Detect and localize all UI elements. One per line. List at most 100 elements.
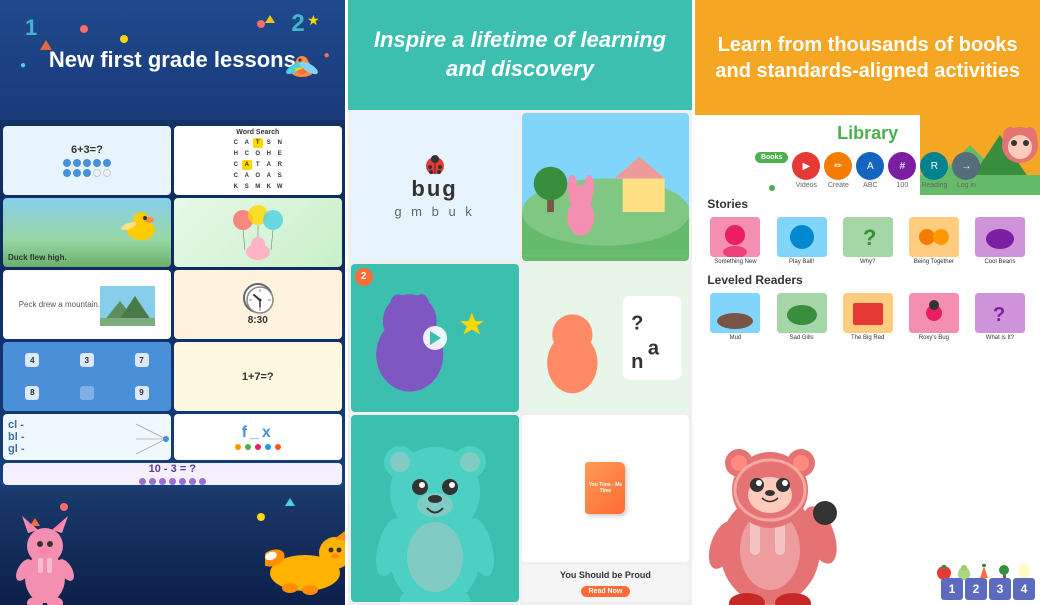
num-cell-4: 8 <box>25 386 39 400</box>
reading-tab-icon: R <box>920 152 948 180</box>
num-cell-1: 4 <box>25 353 39 367</box>
book-name-what-is-it: What is It? <box>986 335 1014 341</box>
duck-character <box>121 208 161 243</box>
stories-row: Something New Play Ball! ? Why? <box>705 217 1030 265</box>
reader-sad-gills[interactable]: Sad Gills <box>771 293 831 341</box>
panel-first-grade: 1 2 ★ ● ● <box>0 0 348 605</box>
math-equation: 6+3=? <box>71 144 103 156</box>
num-block-2: 2 <box>965 578 987 600</box>
books-active-tab[interactable]: Books <box>755 152 788 163</box>
tab-books[interactable]: Books <box>755 152 788 189</box>
tab-reading[interactable]: R Reading <box>920 152 948 189</box>
panel1-header: 1 2 ★ ● ● <box>0 0 345 120</box>
reader-big-red[interactable]: The Big Red <box>838 293 898 341</box>
reader-mud[interactable]: Mud <box>705 293 765 341</box>
library-title: Library <box>705 123 1030 144</box>
stories-section-title: Stories <box>705 197 1030 211</box>
subtraction-card: 10 - 3 = ? <box>3 463 342 485</box>
panel1-bottom: 3 <box>0 488 345 605</box>
pink-character <box>10 498 80 605</box>
panel2-title: Inspire a lifetime of learning and disco… <box>368 26 673 83</box>
login-tab-icon: → <box>952 152 980 180</box>
book-thumb-sad-gills <box>777 293 827 333</box>
fox-word: f_x <box>242 424 274 442</box>
bug-word: bug <box>411 176 457 202</box>
tab-create[interactable]: ✏ Create <box>824 152 852 189</box>
panel2-header: Inspire a lifetime of learning and disco… <box>348 0 693 110</box>
number-grid-card: 4 3 7 8 9 <box>3 342 171 411</box>
mountain-scene <box>100 286 155 326</box>
play-button[interactable] <box>423 326 447 350</box>
book-thumb-cool-beans <box>975 217 1025 257</box>
book-thumb-big-red <box>843 293 893 333</box>
yellow-character <box>265 508 345 605</box>
balloon-scene <box>223 200 293 265</box>
book-thumb-what-is-it: ? <box>975 293 1025 333</box>
book-name-play-ball: Play Ball! <box>789 259 814 265</box>
book-thumb-why: ? <box>843 217 893 257</box>
number-blocks: 1 2 3 4 <box>941 578 1035 600</box>
subtraction-equation: 10 - 3 = ? <box>149 463 196 475</box>
dot-grid <box>63 159 111 177</box>
quiz-scene: ? a n <box>522 264 690 412</box>
tab-login[interactable]: → Log in <box>952 152 980 189</box>
phonics-card: cl - bl - gl - <box>3 414 171 460</box>
word-search-title: Word Search <box>236 129 279 136</box>
story-being-together[interactable]: Being Together <box>904 217 964 265</box>
phonics-gl: gl - <box>8 443 25 455</box>
library-section: Library Books ▶ Videos ✏ Create <box>695 115 1040 353</box>
lesson-number-badge: 2 <box>355 268 373 286</box>
panel-library: Learn from thousands of books and standa… <box>695 0 1040 605</box>
panel3-content: Library Books ▶ Videos ✏ Create <box>695 115 1040 605</box>
clock-time-display: 8:30 <box>248 315 268 326</box>
bear-card <box>351 415 519 602</box>
video-tab-icon: ▶ <box>792 152 820 180</box>
panel2-grid: bug g m b u k <box>348 110 693 605</box>
mult-equation: 1+7=? <box>242 371 274 383</box>
panel-learning: Inspire a lifetime of learning and disco… <box>348 0 696 605</box>
story-cool-beans[interactable]: Cool Beans <box>970 217 1030 265</box>
num-cell-3: 7 <box>135 353 149 367</box>
category-tabs: Books ▶ Videos ✏ Create A ABC <box>705 152 1030 189</box>
outdoor-scene <box>522 113 690 261</box>
reader-roxys-bug[interactable]: Roxy's Bug <box>904 293 964 341</box>
book-title-text: You Time - Me Time <box>585 480 625 496</box>
story-play-ball[interactable]: Play Ball! <box>771 217 831 265</box>
book-name-why: Why? <box>860 259 875 265</box>
hummingbird-icon <box>275 40 330 95</box>
phonics-bl: bl - <box>8 431 25 443</box>
phonics-cl: cl - <box>8 419 24 431</box>
book-thumb-play-ball <box>777 217 827 257</box>
book-name-being-together: Being Together <box>914 259 954 265</box>
num-block-3: 3 <box>989 578 1011 600</box>
leveled-readers-row: Mud Sad Gills The Big Red <box>705 293 1030 341</box>
panel1-title: New first grade lessons <box>49 46 296 75</box>
tab-videos[interactable]: ▶ Videos <box>792 152 820 189</box>
raccoon-character <box>695 395 850 605</box>
balloon-card <box>174 198 342 267</box>
book-name-roxys-bug: Roxy's Bug <box>919 335 949 341</box>
leveled-readers-title: Leveled Readers <box>705 273 1030 287</box>
book-thumb-roxys-bug <box>909 293 959 333</box>
ladybug-icon <box>423 154 447 174</box>
clock-card: 8:30 <box>174 270 342 339</box>
svg-text:?: ? <box>863 225 876 250</box>
duck-sentence: Duck flew high. <box>8 253 67 262</box>
proud-title: You Should be Proud <box>560 570 651 582</box>
reader-what-is-it[interactable]: ? What is It? <box>970 293 1030 341</box>
book-thumb-mud <box>710 293 760 333</box>
bear-character <box>375 415 495 602</box>
story-something-new[interactable]: Something New <box>705 217 765 265</box>
tab-abc[interactable]: A ABC <box>856 152 884 189</box>
bug-reading-card: bug g m b u k <box>351 113 519 261</box>
outdoor-scene-card <box>522 113 690 261</box>
sentence-card: Peck drew a mountain. <box>3 270 171 339</box>
phonics-web <box>131 414 171 460</box>
duck-scene-card: Duck flew high. <box>3 198 171 267</box>
book-name-something-new: Something New <box>714 259 756 265</box>
tab-100[interactable]: # 100 <box>888 152 916 189</box>
read-now-button[interactable]: Read Now <box>581 586 631 597</box>
story-why[interactable]: ? Why? <box>838 217 898 265</box>
book-name-mud: Mud <box>730 335 742 341</box>
video-lesson-card[interactable]: 2 <box>351 264 519 412</box>
